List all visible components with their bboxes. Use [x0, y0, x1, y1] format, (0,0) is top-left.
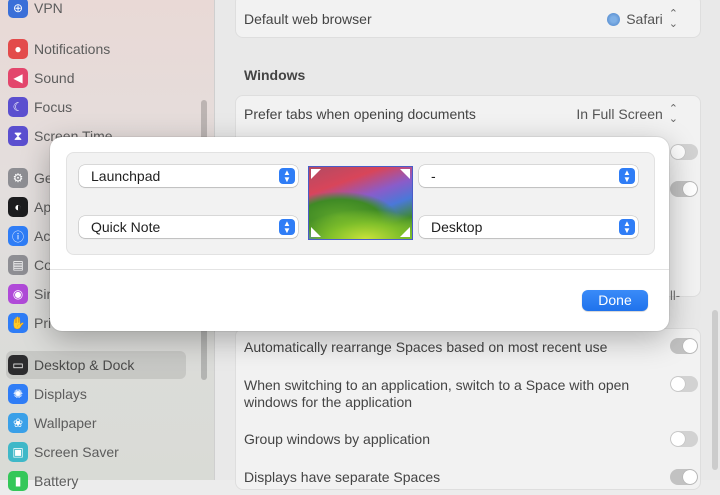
top-left-corner-value: Launchpad: [91, 168, 161, 184]
corner-marker-icon: [311, 169, 321, 179]
bottom-right-corner-value: Desktop: [431, 219, 483, 235]
done-button[interactable]: Done: [582, 290, 648, 311]
desktop-preview-image: [308, 166, 413, 240]
bottom-right-corner-popup[interactable]: Desktop ▲ ▼: [419, 216, 638, 238]
updown-chevron-icon: ▲ ▼: [619, 168, 635, 184]
updown-chevron-icon: ▲ ▼: [279, 219, 295, 235]
corner-marker-icon: [400, 169, 410, 179]
bottom-left-corner-popup[interactable]: Quick Note ▲ ▼: [79, 216, 298, 238]
sheet-divider: [50, 269, 669, 270]
top-right-corner-value: -: [431, 168, 436, 184]
bottom-left-corner-value: Quick Note: [91, 219, 161, 235]
hot-corners-sheet: Launchpad ▲ ▼ - ▲ ▼ Quick Note ▲ ▼ Desktop …: [50, 137, 669, 331]
corner-marker-icon: [400, 227, 410, 237]
corner-marker-icon: [311, 227, 321, 237]
top-left-corner-popup[interactable]: Launchpad ▲ ▼: [79, 165, 298, 187]
top-right-corner-popup[interactable]: - ▲ ▼: [419, 165, 638, 187]
updown-chevron-icon: ▲ ▼: [279, 168, 295, 184]
updown-chevron-icon: ▲ ▼: [619, 219, 635, 235]
